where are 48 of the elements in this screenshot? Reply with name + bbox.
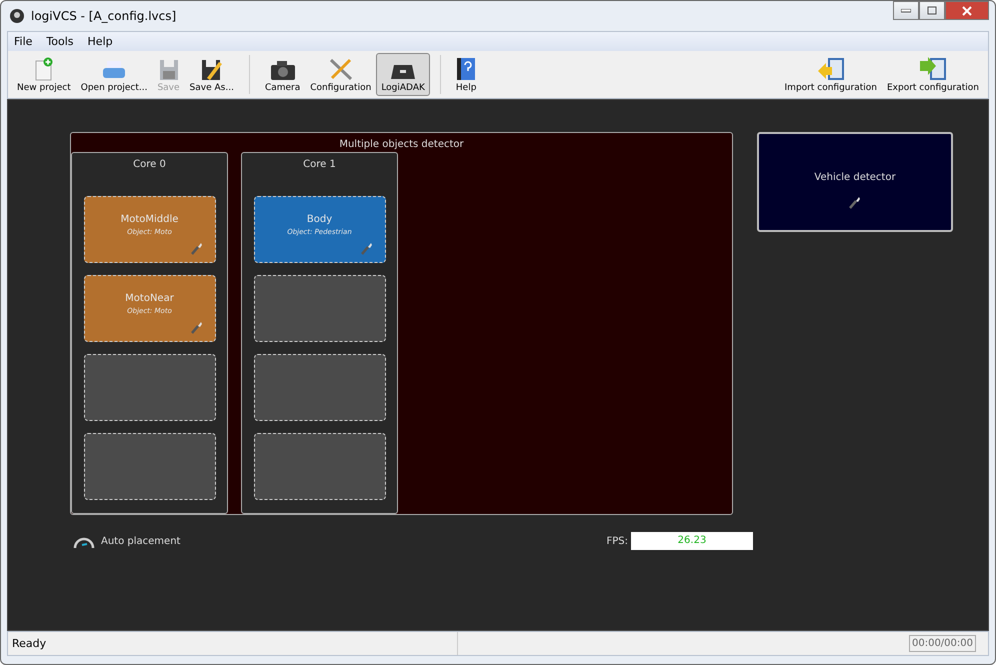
fps-value: 26.23 xyxy=(631,532,753,550)
time-display: 00:00/00:00 xyxy=(908,635,976,652)
fps-label: FPS: xyxy=(606,536,628,546)
empty-slot[interactable] xyxy=(254,433,386,500)
wrench-icon[interactable] xyxy=(849,195,861,209)
slot-name: MotoMiddle xyxy=(120,214,178,225)
camera-icon xyxy=(270,59,296,81)
core-title: Core 1 xyxy=(303,159,336,170)
new-document-icon xyxy=(32,57,55,81)
slot-name: Body xyxy=(306,214,332,225)
printer-icon xyxy=(101,59,128,81)
menu-item[interactable]: Tools xyxy=(46,35,74,48)
close-button[interactable] xyxy=(945,1,989,20)
vehicle-detector-panel[interactable]: Vehicle detector xyxy=(757,132,953,232)
empty-slot[interactable] xyxy=(254,354,386,421)
help-book-icon xyxy=(456,57,476,81)
empty-slot[interactable] xyxy=(84,433,216,500)
tools-icon xyxy=(328,57,354,81)
minimize-button[interactable] xyxy=(893,1,919,20)
panel-title: Vehicle detector xyxy=(814,172,896,183)
toolbar-button[interactable]: Configuration xyxy=(305,53,376,96)
auto-placement-label[interactable]: Auto placement xyxy=(101,536,180,546)
app-logo-icon xyxy=(9,8,25,24)
toolbar-button[interactable]: Open project... xyxy=(76,53,152,96)
toolbar-button[interactable]: LogiADAK xyxy=(376,53,430,96)
empty-slot[interactable] xyxy=(84,354,216,421)
toolbar-button[interactable]: Import configuration xyxy=(780,53,882,96)
empty-slot[interactable] xyxy=(254,275,386,342)
menu-item[interactable]: File xyxy=(14,35,32,48)
toolbar-button[interactable]: New project xyxy=(12,53,76,96)
floppy-pencil-icon xyxy=(200,59,223,81)
toolbar-button[interactable]: Export configuration xyxy=(882,53,984,96)
toolbar-button[interactable]: Help xyxy=(450,53,482,96)
close-icon xyxy=(962,6,972,16)
window-title: logiVCS - [A_config.lvcs] xyxy=(31,9,176,23)
status-message: Ready xyxy=(8,632,458,655)
toolbar-button[interactable]: Save As... xyxy=(184,53,239,96)
slot-name: MotoNear xyxy=(125,293,174,304)
toolbar-button[interactable]: Camera xyxy=(260,53,306,96)
export-arrow-icon xyxy=(918,57,948,81)
maximize-icon xyxy=(927,6,937,15)
core-title: Core 0 xyxy=(133,159,166,170)
minimize-icon xyxy=(901,8,911,12)
panel-title: Multiple objects detector xyxy=(338,138,465,152)
import-arrow-icon xyxy=(816,57,846,81)
device-icon xyxy=(390,63,416,81)
maximize-button[interactable] xyxy=(919,1,945,20)
menu-item[interactable]: Help xyxy=(88,35,113,48)
